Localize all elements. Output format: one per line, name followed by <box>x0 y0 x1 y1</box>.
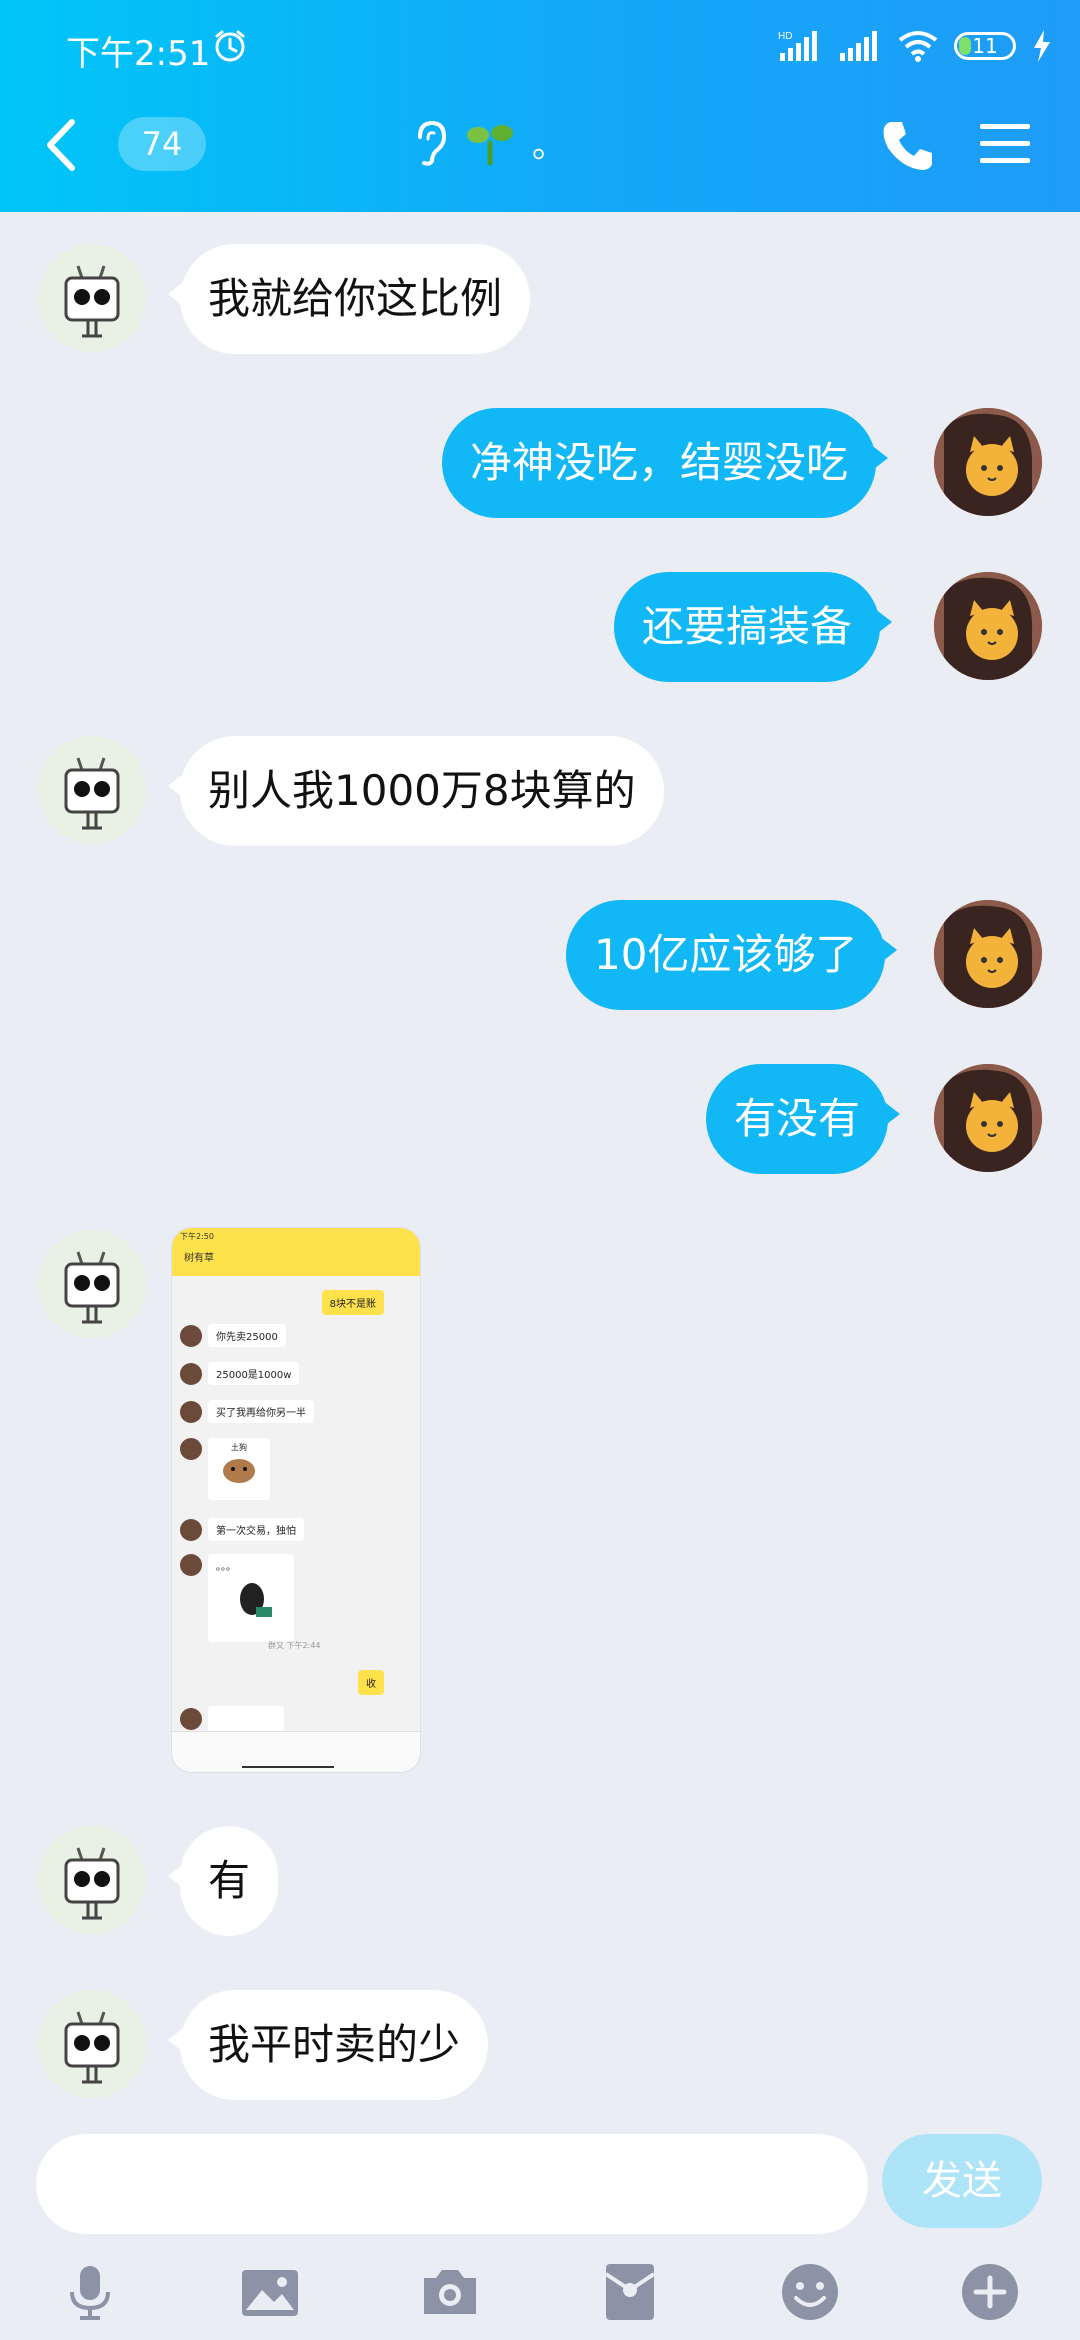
svg-text:HD: HD <box>778 31 792 42</box>
image-message[interactable]: 下午2:50 树有草 8块不是账 你先卖25000 25000是1000w 买了… <box>172 1228 420 1772</box>
robot-avatar-icon <box>64 1251 120 1324</box>
signal-icon: HD <box>778 31 817 61</box>
my-avatar[interactable] <box>934 1064 1042 1172</box>
top-bar: 下午2:51 HD 11 74 。 <box>0 0 1080 212</box>
send-button[interactable]: 发送 <box>882 2134 1042 2228</box>
status-indicators: HD 11 <box>778 26 1052 66</box>
emoji-icon[interactable] <box>778 2260 842 2324</box>
figure-sticker: 。。。 <box>208 1554 294 1642</box>
message-bubble[interactable]: 我就给你这比例 <box>167 244 531 354</box>
camera-icon[interactable] <box>418 2260 482 2324</box>
robot-avatar-icon <box>64 1847 120 1920</box>
contact-avatar[interactable] <box>38 1990 146 2098</box>
contact-avatar[interactable] <box>38 1230 146 1338</box>
my-avatar[interactable] <box>934 900 1042 1008</box>
robot-avatar-icon <box>64 265 120 338</box>
message-bubble[interactable]: 净神没吃，结婴没吃 <box>442 408 889 518</box>
sprout-icon <box>467 124 513 165</box>
back-icon[interactable] <box>40 118 80 172</box>
signal-icon-2 <box>840 31 877 61</box>
message-bubble[interactable]: 还要搞装备 <box>614 572 893 682</box>
message-bubble[interactable]: 有 <box>167 1826 279 1936</box>
thumb-header: 下午2:50 树有草 <box>172 1228 420 1276</box>
contact-avatar[interactable] <box>38 244 146 352</box>
unread-badge[interactable]: 74 <box>118 117 206 171</box>
battery-icon: 11 <box>954 32 1016 60</box>
cat-face-avatar-icon <box>934 1064 1042 1172</box>
charging-icon <box>1034 30 1050 62</box>
alarm-icon <box>215 30 245 62</box>
thumb-input-bar <box>172 1731 420 1772</box>
robot-avatar-icon <box>64 757 120 830</box>
chat-title[interactable]: 。 <box>412 118 566 167</box>
status-time: 下午2:51 <box>66 34 211 74</box>
cat-face-avatar-icon <box>934 408 1042 516</box>
redpacket-icon[interactable] <box>598 2260 662 2324</box>
mic-icon[interactable] <box>58 2260 122 2324</box>
wifi-icon <box>898 31 938 62</box>
message-bubble[interactable]: 我平时卖的少 <box>167 1990 489 2100</box>
my-avatar[interactable] <box>934 408 1042 516</box>
my-avatar[interactable] <box>934 572 1042 680</box>
ear-icon <box>418 120 447 166</box>
robot-avatar-icon <box>64 2011 120 2084</box>
cat-face-avatar-icon <box>934 572 1042 680</box>
image-icon[interactable] <box>238 2260 302 2324</box>
menu-icon[interactable] <box>980 120 1030 168</box>
contact-avatar[interactable] <box>38 1826 146 1934</box>
message-input[interactable] <box>36 2134 868 2234</box>
contact-avatar[interactable] <box>38 736 146 844</box>
dog-sticker: 土狗 <box>208 1438 270 1500</box>
title-suffix: 。 <box>532 126 566 166</box>
message-bubble[interactable]: 有没有 <box>706 1064 901 1174</box>
plus-icon[interactable] <box>958 2260 1022 2324</box>
phone-icon[interactable] <box>880 118 936 174</box>
input-toolbar <box>0 2252 1080 2332</box>
cat-face-avatar-icon <box>934 900 1042 1008</box>
message-bubble[interactable]: 别人我1000万8块算的 <box>168 736 664 846</box>
message-bubble[interactable]: 10亿应该够了 <box>566 900 898 1010</box>
